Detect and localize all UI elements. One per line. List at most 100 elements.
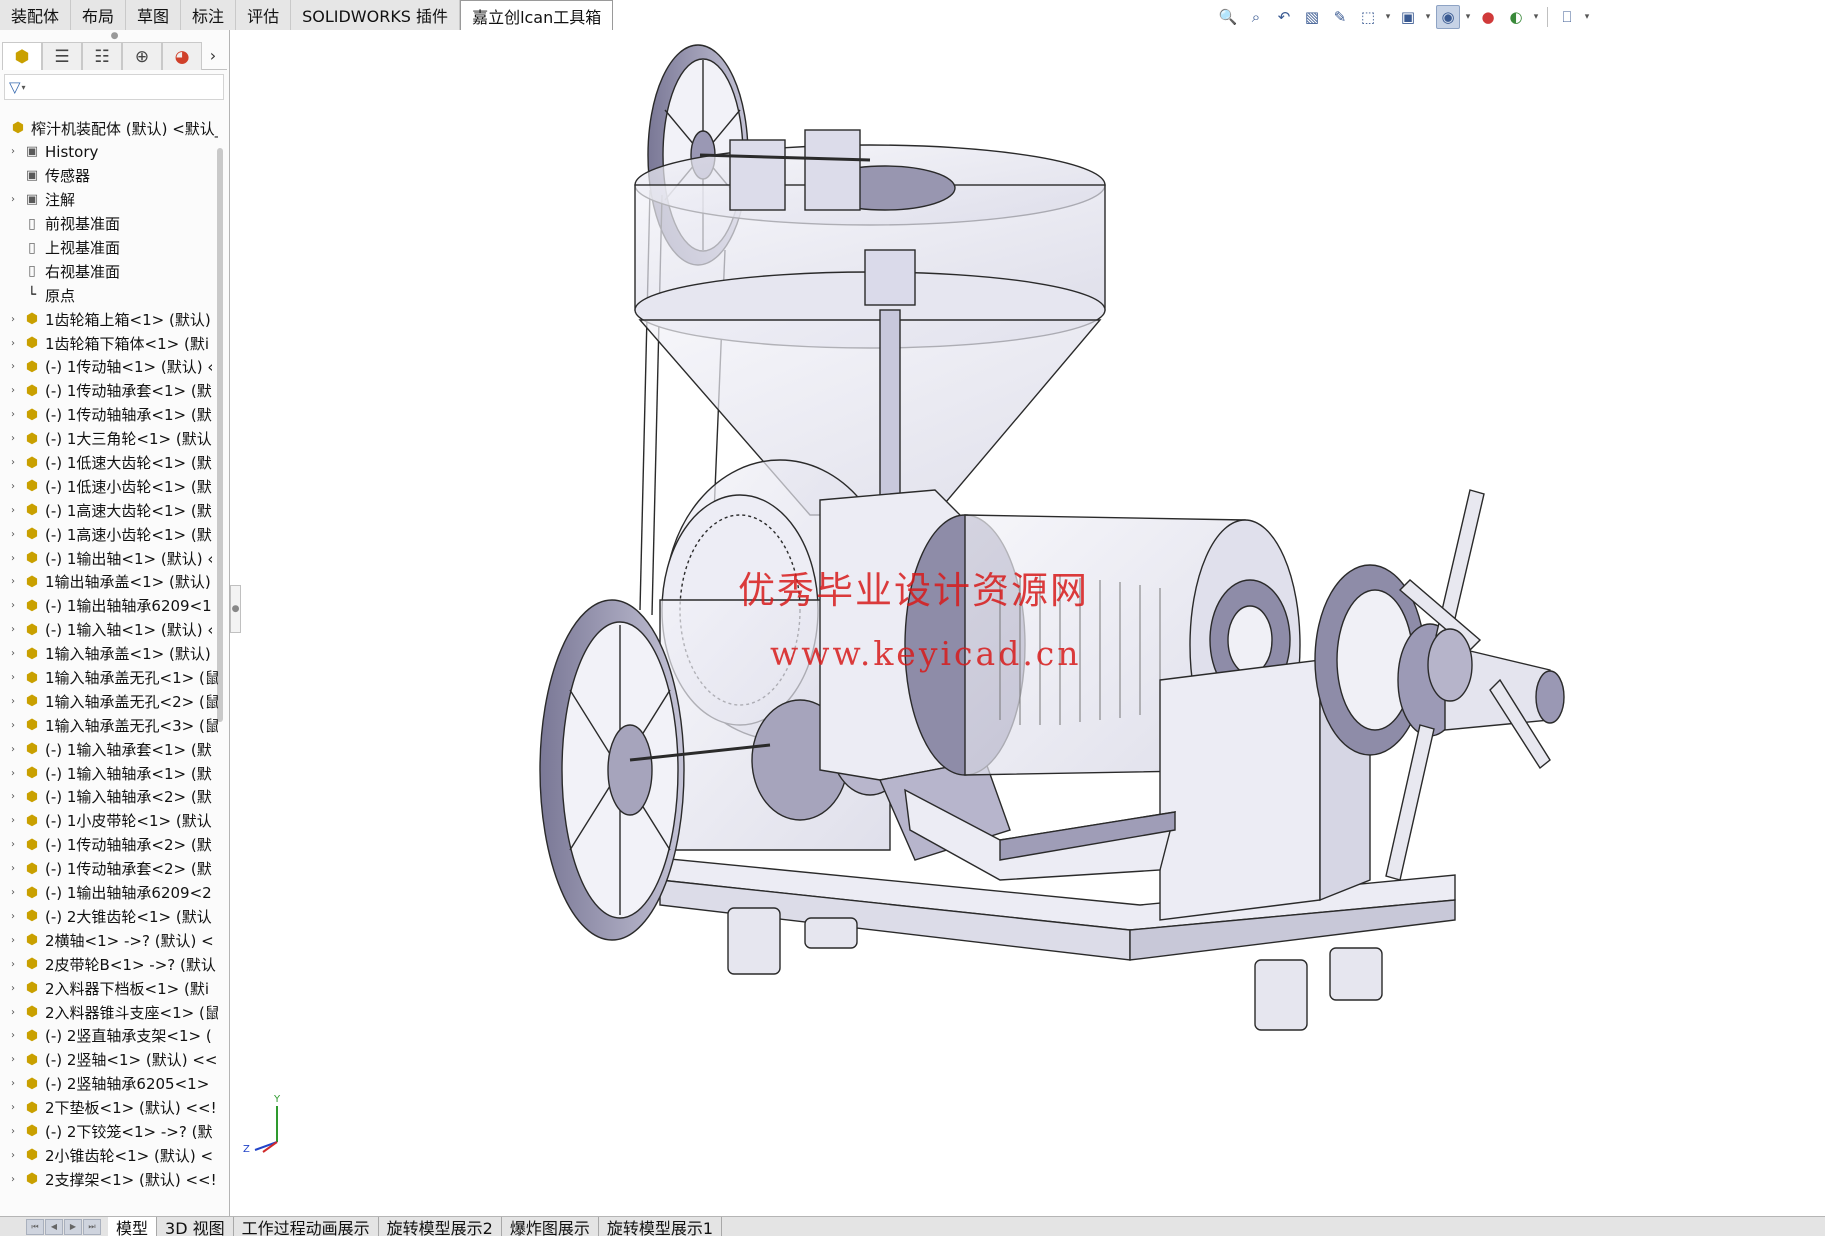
tree-item[interactable]: › ⬢ (-) 1低速大齿轮<1> (默	[0, 451, 218, 475]
expand-arrow-icon[interactable]: ›	[6, 1174, 20, 1185]
expand-arrow-icon[interactable]: ›	[6, 576, 20, 587]
previous-view-icon[interactable]: ↶	[1272, 5, 1296, 29]
expand-arrow-icon[interactable]: ›	[6, 815, 20, 826]
expand-arrow-icon[interactable]: ›	[6, 314, 20, 325]
dynamic-annotation-icon[interactable]: ✎	[1328, 5, 1352, 29]
tree-item[interactable]: › ⬢ (-) 1输入轴轴承<2> (默	[0, 785, 218, 809]
expand-arrow-icon[interactable]: ›	[6, 1030, 20, 1041]
tree-item[interactable]: └ 原点	[0, 283, 218, 307]
tree-item[interactable]: ▣ 传感器	[0, 164, 218, 188]
tree-item[interactable]: › ⬢ (-) 1输入轴轴承<1> (默	[0, 761, 218, 785]
tab-solidworks-addins[interactable]: SOLIDWORKS 插件	[291, 0, 461, 30]
expand-arrow-icon[interactable]: ›	[6, 791, 20, 802]
tree-item[interactable]: › ⬢ (-) 1输入轴承套<1> (默	[0, 737, 218, 761]
tree-item[interactable]: › ⬢ (-) 1输出轴轴承6209<2	[0, 881, 218, 905]
tab-motion-study-explode[interactable]: 爆炸图展示	[502, 1216, 599, 1236]
tree-item[interactable]: › ⬢ 1齿轮箱上箱<1> (默认)	[0, 307, 218, 331]
expand-arrow-icon[interactable]: ›	[6, 696, 20, 707]
expand-arrow-icon[interactable]: ›	[6, 146, 20, 157]
expand-arrow-icon[interactable]: ›	[6, 744, 20, 755]
chevron-down-icon[interactable]: ▾	[22, 83, 26, 92]
tab-layout[interactable]: 布局	[71, 0, 127, 30]
tree-item[interactable]: › ⬢ (-) 2竖轴<1> (默认) <<	[0, 1048, 218, 1072]
tree-item[interactable]: › ⬢ 2皮带轮B<1> ->? (默认	[0, 952, 218, 976]
tree-item[interactable]: ▯ 右视基准面	[0, 259, 218, 283]
graphics-area[interactable]: 优秀毕业设计资源网 www.keyicad.cn Y Z	[231, 30, 1825, 1216]
tree-item[interactable]: › ⬢ (-) 1输出轴轴承6209<1	[0, 594, 218, 618]
tree-item[interactable]: › ⬢ 1输入轴承盖无孔<3> (鼠	[0, 713, 218, 737]
chevron-down-icon[interactable]: ▾	[1384, 12, 1392, 22]
expand-arrow-icon[interactable]: ›	[6, 624, 20, 635]
expand-arrow-icon[interactable]: ›	[6, 505, 20, 516]
tree-item[interactable]: › ▣ History	[0, 140, 218, 164]
expand-arrow-icon[interactable]: ›	[6, 1078, 20, 1089]
expand-arrow-icon[interactable]: ›	[6, 1102, 20, 1113]
tree-item[interactable]: › ▣ 注解	[0, 188, 218, 212]
expand-arrow-icon[interactable]: ›	[6, 361, 20, 372]
view-orientation-icon[interactable]: ⬚	[1356, 5, 1380, 29]
chevron-down-icon[interactable]: ▾	[1464, 12, 1472, 22]
tree-item[interactable]: › ⬢ (-) 1传动轴承套<1> (默	[0, 379, 218, 403]
tree-item[interactable]: › ⬢ (-) 2竖轴轴承6205<1>	[0, 1072, 218, 1096]
expand-arrow-icon[interactable]: ›	[6, 385, 20, 396]
expand-arrow-icon[interactable]: ›	[6, 553, 20, 564]
expand-arrow-icon[interactable]: ›	[6, 433, 20, 444]
configurationmanager-icon[interactable]: ☷	[82, 42, 122, 70]
tab-sketch[interactable]: 草图	[126, 0, 182, 30]
tree-root-assembly[interactable]: ⬢ 榨汁机装配体 (默认) <默认_	[0, 116, 218, 140]
tree-item[interactable]: › ⬢ 2入料器下档板<1> (默i	[0, 976, 218, 1000]
tree-item[interactable]: › ⬢ (-) 1大三角轮<1> (默认	[0, 427, 218, 451]
last-tab-icon[interactable]: ⏭	[83, 1218, 101, 1235]
tree-item[interactable]: › ⬢ (-) 1传动轴<1> (默认) ‹	[0, 355, 218, 379]
zoom-to-fit-icon[interactable]: 🔍	[1216, 5, 1240, 29]
expand-arrow-icon[interactable]: ›	[6, 194, 20, 205]
chevron-right-icon[interactable]: ›	[202, 42, 224, 69]
expand-arrow-icon[interactable]: ›	[6, 911, 20, 922]
tree-item[interactable]: › ⬢ 1输出轴承盖<1> (默认)	[0, 570, 218, 594]
tab-assembly[interactable]: 装配体	[0, 0, 72, 30]
expand-arrow-icon[interactable]: ›	[6, 839, 20, 850]
expand-arrow-icon[interactable]: ›	[6, 887, 20, 898]
tab-lcan-toolbox[interactable]: 嘉立创lcan工具箱	[460, 0, 614, 30]
hide-show-items-icon[interactable]: ◉	[1436, 5, 1460, 29]
tree-item[interactable]: › ⬢ (-) 1输出轴<1> (默认) ‹	[0, 546, 218, 570]
expand-arrow-icon[interactable]: ›	[6, 935, 20, 946]
tab-motion-study-work-process[interactable]: 工作过程动画展示	[234, 1216, 379, 1236]
tab-model[interactable]: 模型	[108, 1216, 158, 1236]
tree-item[interactable]: › ⬢ 1齿轮箱下箱体<1> (默i	[0, 331, 218, 355]
tree-item[interactable]: › ⬢ (-) 1输入轴<1> (默认) ‹	[0, 618, 218, 642]
chevron-down-icon[interactable]: ▾	[1532, 12, 1540, 22]
expand-arrow-icon[interactable]: ›	[6, 648, 20, 659]
chevron-down-icon[interactable]: ▾	[1424, 12, 1432, 22]
tree-item[interactable]: › ⬢ (-) 1低速小齿轮<1> (默	[0, 474, 218, 498]
zoom-to-area-icon[interactable]: ⌕	[1244, 5, 1268, 29]
tab-evaluate[interactable]: 评估	[236, 0, 292, 30]
propertymanager-icon[interactable]: ☰	[42, 42, 82, 70]
tree-item[interactable]: › ⬢ 2下垫板<1> (默认) <<!	[0, 1096, 218, 1120]
expand-arrow-icon[interactable]: ›	[6, 983, 20, 994]
expand-arrow-icon[interactable]: ›	[6, 720, 20, 731]
tree-item[interactable]: › ⬢ (-) 1高速大齿轮<1> (默	[0, 498, 218, 522]
tree-item[interactable]: › ⬢ (-) 2下铰笼<1> ->? (默	[0, 1120, 218, 1144]
tree-item[interactable]: › ⬢ 1输入轴承盖<1> (默认)	[0, 642, 218, 666]
display-style-icon[interactable]: ▣	[1396, 5, 1420, 29]
tree-item[interactable]: › ⬢ (-) 1传动轴轴承<1> (默	[0, 403, 218, 427]
expand-arrow-icon[interactable]: ›	[6, 481, 20, 492]
tree-item[interactable]: › ⬢ (-) 1传动轴轴承<2> (默	[0, 833, 218, 857]
tree-item[interactable]: › ⬢ 2小锥齿轮<1> (默认) <	[0, 1143, 218, 1167]
expand-arrow-icon[interactable]: ›	[6, 672, 20, 683]
expand-arrow-icon[interactable]: ›	[6, 863, 20, 874]
tree-item[interactable]: › ⬢ (-) 1传动轴承套<2> (默	[0, 857, 218, 881]
expand-arrow-icon[interactable]: ›	[6, 338, 20, 349]
featuremanager-icon[interactable]: ⬢	[2, 42, 42, 70]
expand-arrow-icon[interactable]: ›	[6, 409, 20, 420]
chevron-down-icon[interactable]: ▾	[1583, 12, 1591, 22]
expand-arrow-icon[interactable]: ›	[6, 600, 20, 611]
tree-item[interactable]: › ⬢ (-) 1高速小齿轮<1> (默	[0, 522, 218, 546]
tab-3d-view[interactable]: 3D 视图	[157, 1216, 234, 1236]
tree-item[interactable]: › ⬢ (-) 1小皮带轮<1> (默认	[0, 809, 218, 833]
tree-item[interactable]: › ⬢ 1输入轴承盖无孔<1> (鼠	[0, 666, 218, 690]
expand-arrow-icon[interactable]: ›	[6, 1054, 20, 1065]
expand-arrow-icon[interactable]: ›	[6, 768, 20, 779]
tab-markup[interactable]: 标注	[181, 0, 237, 30]
